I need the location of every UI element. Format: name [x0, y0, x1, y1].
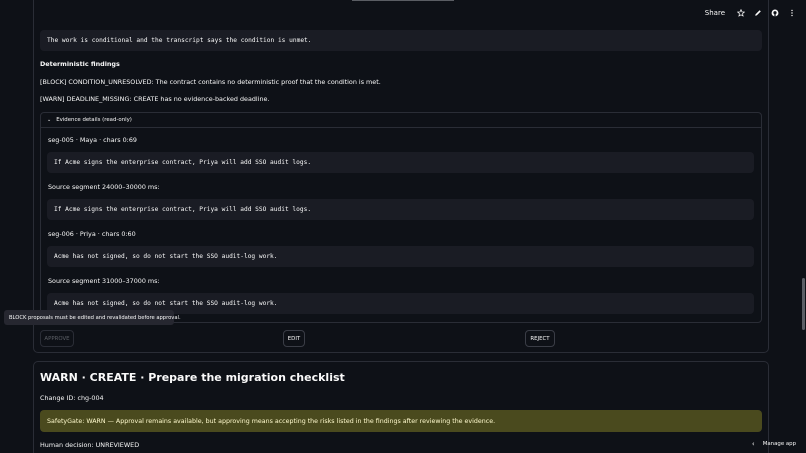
github-icon[interactable] — [771, 9, 779, 17]
page-scrollbar[interactable] — [802, 278, 805, 330]
source-segment-label: Source segment 31000–37000 ms: — [48, 277, 160, 285]
finding-block: [BLOCK] CONDITION_UNRESOLVED: The contra… — [40, 78, 381, 86]
safety-gate-alert: SafetyGate: WARN — Approval remains avai… — [40, 410, 762, 432]
change-id: Change ID: chg-004 — [40, 394, 104, 402]
finding-warn: [WARN] DEADLINE_MISSING: CREATE has no e… — [40, 95, 270, 103]
reject-button[interactable]: REJECT — [525, 330, 555, 347]
approve-tooltip: BLOCK proposals must be edited and reval… — [4, 310, 181, 325]
chevron-left-icon: ‹ — [751, 440, 755, 448]
approve-button[interactable]: APPROVE — [40, 330, 74, 347]
manage-app-label: Manage app — [762, 441, 796, 447]
evidence-expander-header[interactable]: ⌄ Evidence details (read-only) — [41, 113, 761, 128]
evidence-expander-label: Evidence details (read-only) — [56, 117, 132, 123]
findings-heading: Deterministic findings — [40, 60, 120, 68]
proposal-title: WARN · CREATE · Prepare the migration ch… — [40, 371, 345, 384]
segment-label: seg-005 · Maya · chars 0:69 — [48, 136, 137, 144]
segment-code-block: Acme has not signed, so do not start the… — [47, 246, 754, 267]
source-segment-label: Source segment 24000–30000 ms: — [48, 183, 160, 191]
app-root: Share The work is conditional and the tr… — [0, 0, 806, 453]
source-code-block: If Acme signs the enterprise contract, P… — [47, 199, 754, 220]
summary-code-block: The work is conditional and the transcri… — [40, 30, 762, 51]
kebab-menu-icon[interactable] — [788, 9, 796, 17]
manage-app-button[interactable]: ‹ Manage app — [752, 440, 796, 448]
segment-code-block: If Acme signs the enterprise contract, P… — [47, 152, 754, 173]
chevron-down-icon: ⌄ — [47, 117, 52, 123]
edit-button[interactable]: EDIT — [283, 330, 305, 347]
human-decision: Human decision: UNREVIEWED — [40, 441, 140, 449]
segment-label: seg-006 · Priya · chars 0:60 — [48, 230, 136, 238]
